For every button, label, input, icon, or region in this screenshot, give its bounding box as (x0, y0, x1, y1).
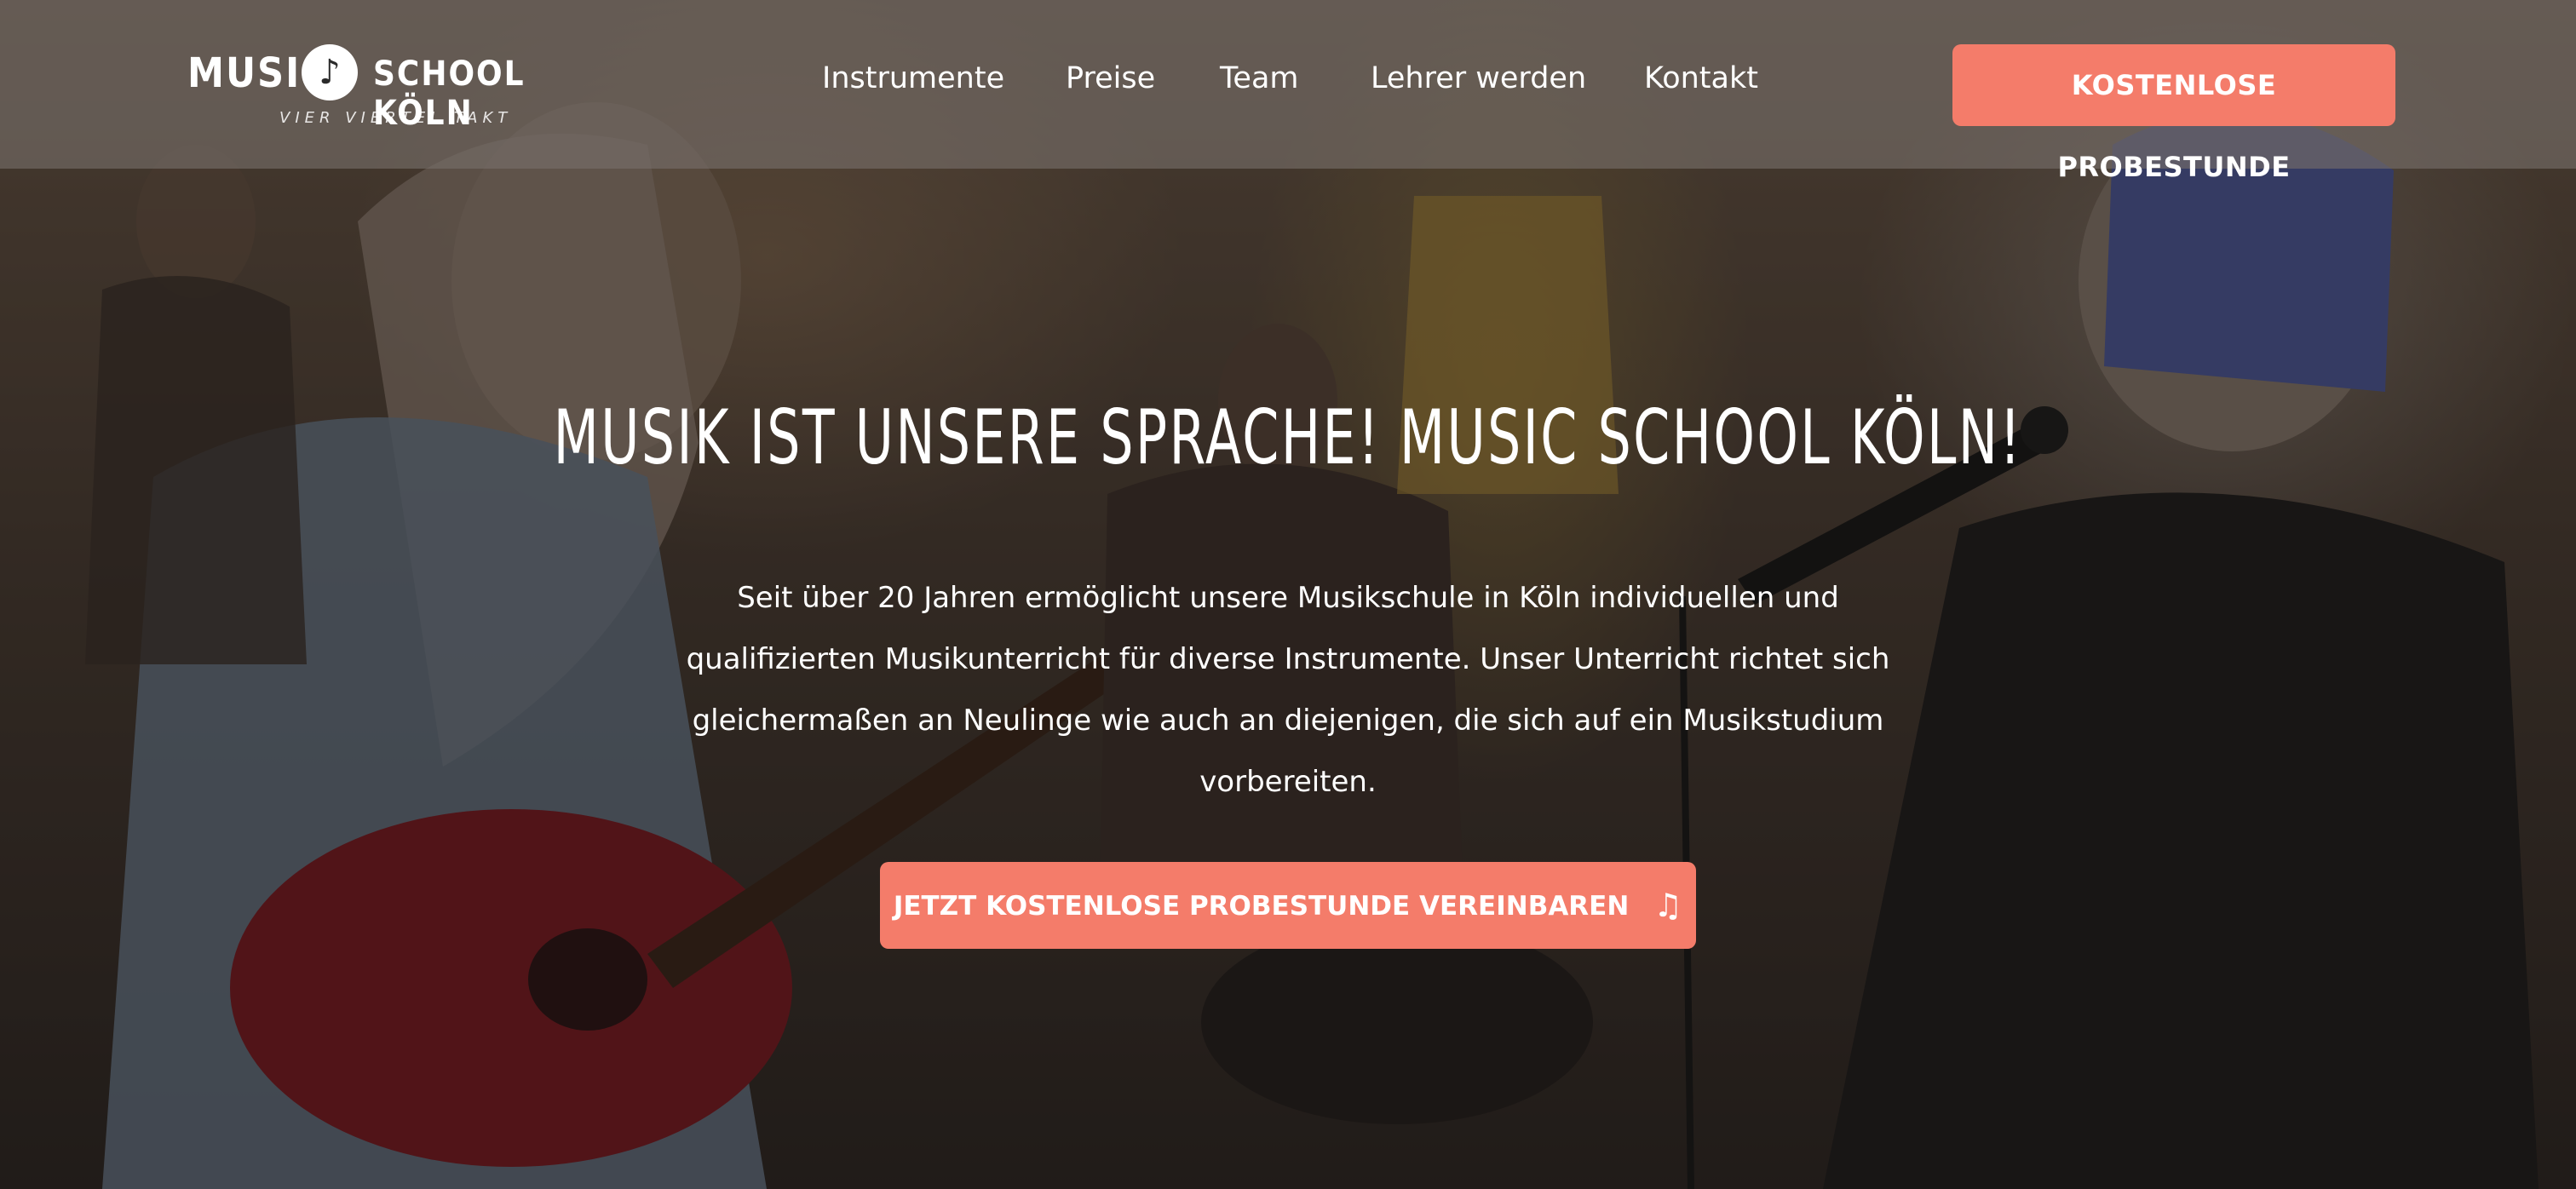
hero-cta-label: JETZT KOSTENLOSE PROBESTUNDE VEREINBAREN (893, 891, 1630, 922)
nav-item-kontakt[interactable]: Kontakt (1644, 61, 1758, 95)
nav-item-preise[interactable]: Preise (1066, 61, 1155, 95)
music-notes-icon: ♫ (1653, 887, 1683, 924)
site-header: MUSIC ♪ SCHOOL KÖLN VIER VIERTEL TAKT In… (0, 0, 2576, 183)
nav-item-instrumente[interactable]: Instrumente (822, 61, 1004, 95)
music-note-icon: ♪ (302, 44, 358, 101)
nav-item-team[interactable]: Team (1220, 61, 1299, 95)
trial-lesson-button[interactable]: KOSTENLOSE PROBESTUNDE (1952, 44, 2395, 183)
nav-item-lehrer-werden[interactable]: Lehrer werden (1371, 61, 1586, 95)
logo-tagline: VIER VIERTEL TAKT (279, 109, 513, 127)
site-logo[interactable]: MUSIC ♪ SCHOOL KÖLN VIER VIERTEL TAKT (187, 43, 562, 133)
book-trial-lesson-button[interactable]: JETZT KOSTENLOSE PROBESTUNDE VEREINBAREN… (880, 862, 1696, 949)
hero-description: Seit über 20 Jahren ermöglicht unsere Mu… (686, 581, 1890, 799)
hero-title: Musik ist unsere Sprache! Music School K… (553, 393, 2023, 481)
